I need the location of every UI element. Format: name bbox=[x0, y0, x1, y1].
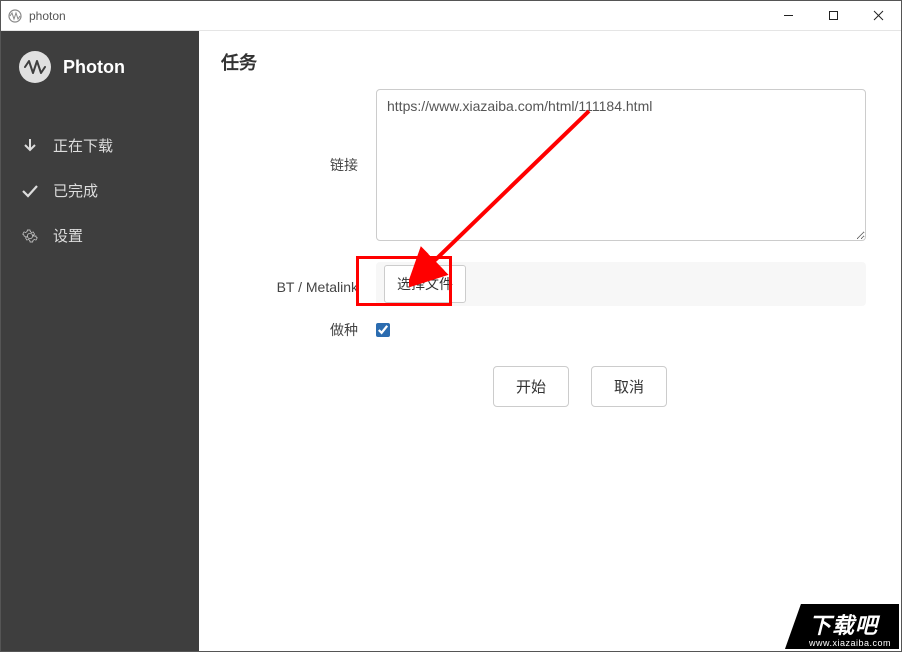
sidebar-item-downloading[interactable]: 正在下载 bbox=[1, 123, 199, 168]
sidebar-item-completed[interactable]: 已完成 bbox=[1, 168, 199, 213]
gear-icon bbox=[21, 227, 39, 245]
brand: Photon bbox=[1, 45, 199, 103]
content: 任务 链接 BT / Metalink 选择文件 做种 开始 取消 bbox=[199, 31, 901, 651]
maximize-button[interactable] bbox=[811, 1, 856, 31]
check-icon bbox=[21, 182, 39, 200]
seed-label: 做种 bbox=[221, 320, 376, 340]
watermark-text: 下载吧 bbox=[809, 608, 891, 640]
brand-name: Photon bbox=[63, 57, 125, 78]
sidebar: Photon 正在下载 已完成 设置 bbox=[1, 31, 199, 651]
window-title: photon bbox=[29, 9, 766, 23]
action-buttons: 开始 取消 bbox=[281, 366, 879, 407]
sidebar-item-label: 设置 bbox=[53, 225, 83, 246]
file-row: 选择文件 bbox=[376, 262, 866, 306]
choose-file-button[interactable]: 选择文件 bbox=[384, 265, 466, 303]
start-button[interactable]: 开始 bbox=[493, 366, 569, 407]
app-icon bbox=[7, 8, 23, 24]
bt-metalink-label: BT / Metalink bbox=[221, 262, 376, 306]
minimize-button[interactable] bbox=[766, 1, 811, 31]
watermark: 下载吧 www.xiazaiba.com bbox=[785, 604, 899, 649]
url-input[interactable] bbox=[376, 89, 866, 241]
download-icon bbox=[21, 137, 39, 155]
link-label: 链接 bbox=[221, 89, 376, 244]
seed-checkbox[interactable] bbox=[376, 323, 390, 337]
sidebar-item-label: 正在下载 bbox=[53, 135, 113, 156]
cancel-button[interactable]: 取消 bbox=[591, 366, 667, 407]
sidebar-item-label: 已完成 bbox=[53, 180, 98, 201]
sidebar-item-settings[interactable]: 设置 bbox=[1, 213, 199, 258]
close-button[interactable] bbox=[856, 1, 901, 31]
titlebar: photon bbox=[1, 1, 901, 31]
window-controls bbox=[766, 1, 901, 31]
watermark-sub: www.xiazaiba.com bbox=[809, 638, 891, 648]
photon-logo-icon bbox=[19, 51, 51, 83]
nav: 正在下载 已完成 设置 bbox=[1, 123, 199, 258]
page-title: 任务 bbox=[221, 49, 879, 75]
